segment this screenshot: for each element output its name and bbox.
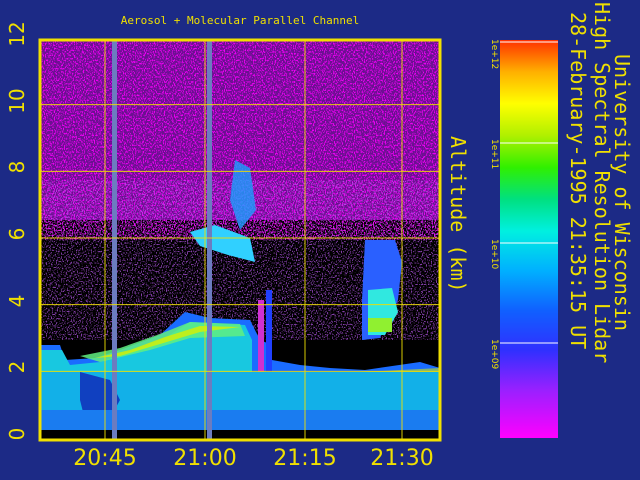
plot-area (40, 40, 440, 440)
y-tick-label: 0 (5, 427, 29, 441)
x-tick-label: 21:00 (173, 446, 237, 471)
y-axis-label: Altitude (km) (446, 136, 470, 293)
x-tick-label: 21:15 (273, 446, 337, 471)
y-tick-label: 2 (5, 360, 29, 374)
colorbar-tick-label: 1e+10 (489, 239, 499, 270)
y-tick-label: 4 (5, 294, 29, 308)
colorbar-tick-label: 1e+09 (489, 339, 499, 370)
x-tick-label: 21:30 (370, 446, 434, 471)
colorbar (500, 40, 558, 438)
y-tick-label: 8 (5, 160, 29, 174)
y-tick-label: 6 (5, 227, 29, 241)
colorbar-tick-label: 1e+12 (489, 39, 499, 70)
x-tick-label: 20:45 (73, 446, 137, 471)
y-tick-label: 12 (5, 21, 29, 47)
colorbar-tick-label: 1e+11 (489, 139, 499, 170)
instrument-label: High Spectral Resolution Lidar (590, 2, 614, 364)
lidar-figure (38, 38, 558, 442)
y-tick-label: 10 (5, 87, 29, 114)
date-time-label: 28-February-1995 21:35:15 UT (566, 12, 590, 350)
chart-title: Aerosol + Molecular Parallel Channel (120, 14, 360, 27)
